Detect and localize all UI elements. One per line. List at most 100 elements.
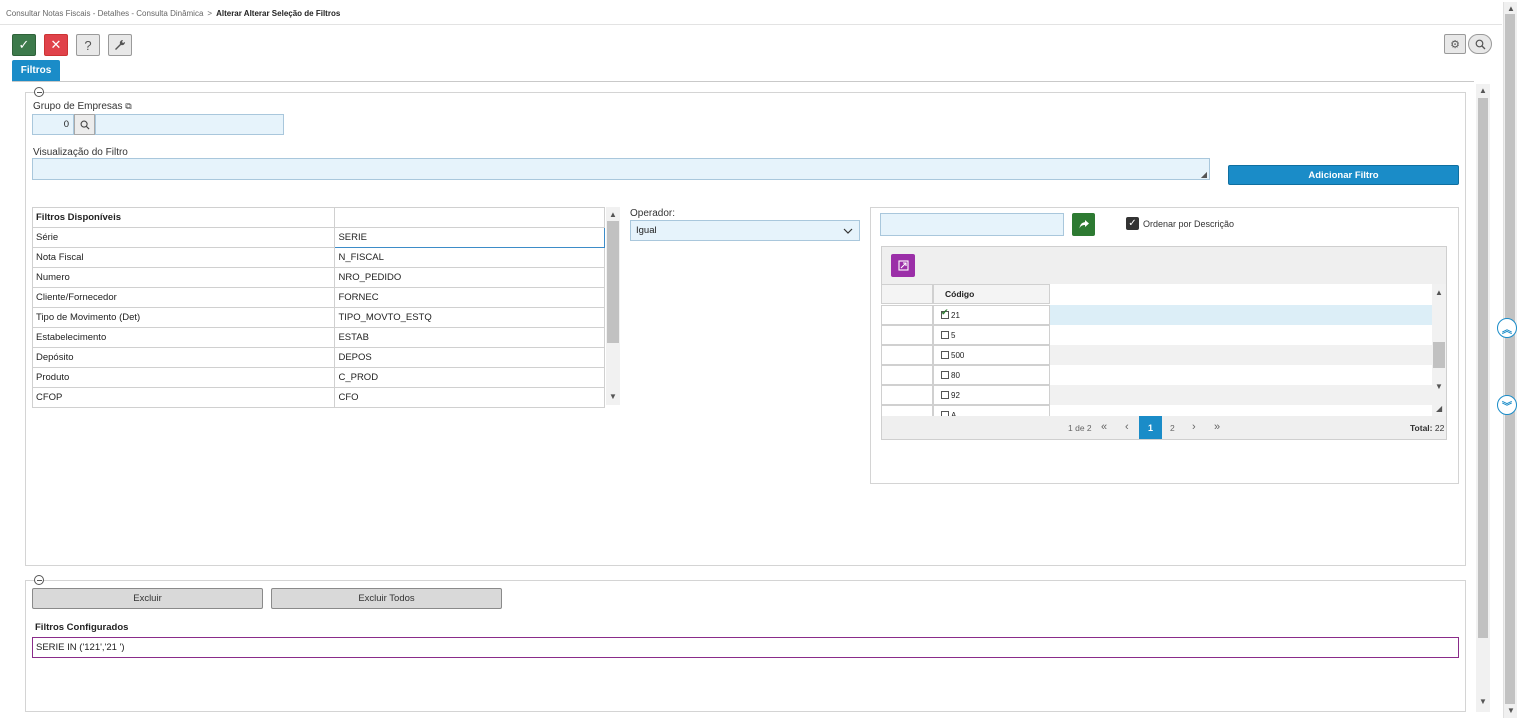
page-1-button[interactable]: 1: [1139, 416, 1162, 439]
chevron-up-icon[interactable]: ▲: [1435, 288, 1443, 297]
page-scroll-down-icon[interactable]: ▼: [1507, 706, 1515, 715]
checkbox-icon[interactable]: [941, 351, 949, 359]
table-row[interactable]: Depósito DEPOS: [31, 347, 605, 368]
copy-icon: ⧉: [125, 101, 132, 111]
content-scroll-up-icon[interactable]: ▲: [1479, 86, 1487, 95]
ordenar-checkbox[interactable]: ✓: [1126, 217, 1139, 230]
checkbox-icon[interactable]: [941, 331, 949, 339]
list-item[interactable]: 5: [933, 325, 1050, 345]
filtros-scrollbar[interactable]: ▲ ▼: [606, 207, 620, 405]
table-row[interactable]: Cliente/Fornecedor FORNEC: [31, 287, 605, 308]
table-row[interactable]: Produto C_PROD: [31, 367, 605, 388]
row-field: DEPOS: [334, 347, 605, 368]
list-item[interactable]: 21: [933, 305, 1050, 325]
filtros-disponiveis-table: Filtros Disponíveis Série SERIE Nota Fis…: [31, 207, 605, 408]
page-search-button[interactable]: [1468, 34, 1492, 54]
chevron-down-icon: [843, 228, 853, 234]
scroll-bottom-button[interactable]: ︾: [1497, 395, 1517, 415]
chevron-down-icon[interactable]: ▼: [1435, 382, 1443, 391]
values-search-input[interactable]: [880, 213, 1064, 236]
add-filter-button[interactable]: Adicionar Filtro: [1228, 165, 1459, 185]
help-button[interactable]: ?: [76, 34, 100, 56]
double-chevron-up-icon: ︽: [1502, 324, 1512, 336]
header-divider: [0, 24, 1502, 25]
expand-icon: [897, 260, 909, 271]
scroll-top-button[interactable]: ︽: [1497, 318, 1517, 338]
share-arrow-icon: [1079, 220, 1089, 229]
configured-filter-text: SERIE IN ('121','21 '): [36, 642, 125, 653]
table-row[interactable]: Estabelecimento ESTAB: [31, 327, 605, 348]
table-row[interactable]: Série SERIE: [31, 227, 605, 248]
table-row[interactable]: Tipo de Movimento (Det) TIPO_MOVTO_ESTQ: [31, 307, 605, 328]
codigo-column-header: Código: [933, 284, 1050, 304]
list-item[interactable]: 80: [933, 365, 1050, 385]
first-page-button[interactable]: «: [1101, 421, 1107, 433]
page-2-button[interactable]: 2: [1170, 423, 1175, 433]
row-selector[interactable]: [881, 385, 933, 405]
row-selector[interactable]: [881, 325, 933, 345]
checkbox-icon[interactable]: [941, 411, 949, 416]
resize-handle-icon[interactable]: ◢: [1436, 404, 1442, 413]
table-row[interactable]: Numero NRO_PEDIDO: [31, 267, 605, 288]
cancel-button[interactable]: ✕: [44, 34, 68, 56]
prev-page-button[interactable]: ‹: [1125, 421, 1129, 433]
row-highlight: [1050, 305, 1432, 325]
row-label: Depósito: [31, 347, 336, 368]
visualizacao-filtro-textarea[interactable]: ◢: [32, 158, 1210, 180]
row-selector[interactable]: [881, 345, 933, 365]
page-scroll-thumb[interactable]: [1505, 14, 1515, 704]
confirm-button[interactable]: ✓: [12, 34, 36, 56]
codigo-grid-scrollbar[interactable]: ▲ ▼ ◢: [1432, 284, 1446, 416]
collapse-icon[interactable]: [34, 87, 44, 97]
field-column-header: [334, 207, 605, 228]
gear-icon: ⚙: [1450, 38, 1460, 51]
content-scroll-down-icon[interactable]: ▼: [1479, 697, 1487, 706]
breadcrumb-parent[interactable]: Consultar Notas Fiscais - Detalhes - Con…: [6, 9, 203, 18]
table-row[interactable]: CFOP CFO: [31, 387, 605, 408]
list-item[interactable]: 92: [933, 385, 1050, 405]
list-item[interactable]: 500: [933, 345, 1050, 365]
codigo-scroll-thumb[interactable]: [1433, 342, 1445, 368]
next-page-button[interactable]: ›: [1192, 421, 1196, 433]
row-selector[interactable]: [881, 305, 933, 325]
excluir-button[interactable]: Excluir: [32, 588, 263, 609]
row-selector-header: [881, 284, 933, 304]
grupo-empresas-lookup-button[interactable]: [74, 114, 95, 135]
chevron-up-icon[interactable]: ▲: [609, 210, 617, 219]
double-chevron-down-icon: ︾: [1502, 401, 1512, 413]
operador-select[interactable]: Igual: [630, 220, 860, 241]
help-icon: ?: [84, 37, 92, 53]
filtros-scroll-thumb[interactable]: [607, 221, 619, 343]
checkbox-icon[interactable]: [941, 391, 949, 399]
row-selector[interactable]: [881, 365, 933, 385]
checkbox-checked-icon[interactable]: [941, 307, 949, 319]
tools-button[interactable]: [108, 34, 132, 56]
collapse-icon[interactable]: [34, 575, 44, 585]
table-row[interactable]: SERIE IN ('121','21 '): [32, 637, 1459, 658]
tab-filtros[interactable]: Filtros: [12, 60, 60, 81]
last-page-button[interactable]: »: [1214, 421, 1220, 433]
pagination-info: 1 de 2: [1068, 423, 1092, 433]
page-scroll-up-icon[interactable]: ▲: [1507, 4, 1515, 13]
settings-button[interactable]: ⚙: [1444, 34, 1466, 54]
export-button[interactable]: [891, 254, 915, 277]
row-field: CFO: [334, 387, 605, 408]
resize-handle-icon[interactable]: ◢: [1201, 170, 1207, 179]
list-item[interactable]: A: [933, 405, 1050, 416]
checkbox-icon[interactable]: [941, 371, 949, 379]
chevron-down-icon[interactable]: ▼: [609, 392, 617, 401]
breadcrumb-current: Alterar Alterar Seleção de Filtros: [216, 9, 341, 18]
grupo-empresas-description-input[interactable]: [95, 114, 284, 135]
wrench-icon: [115, 39, 126, 50]
ordenar-label: Ordenar por Descrição: [1143, 219, 1235, 229]
content-scroll-thumb[interactable]: [1478, 98, 1488, 638]
grupo-empresas-code-input[interactable]: 0: [32, 114, 74, 135]
excluir-todos-button[interactable]: Excluir Todos: [271, 588, 502, 609]
values-search-go-button[interactable]: [1072, 213, 1095, 236]
search-icon: [80, 120, 90, 130]
total-count: Total: 22: [1410, 423, 1445, 433]
row-selector[interactable]: [881, 405, 933, 416]
row-label: Tipo de Movimento (Det): [31, 307, 336, 328]
filtros-disponiveis-header: Filtros Disponíveis: [31, 207, 336, 228]
table-row[interactable]: Nota Fiscal N_FISCAL: [31, 247, 605, 268]
